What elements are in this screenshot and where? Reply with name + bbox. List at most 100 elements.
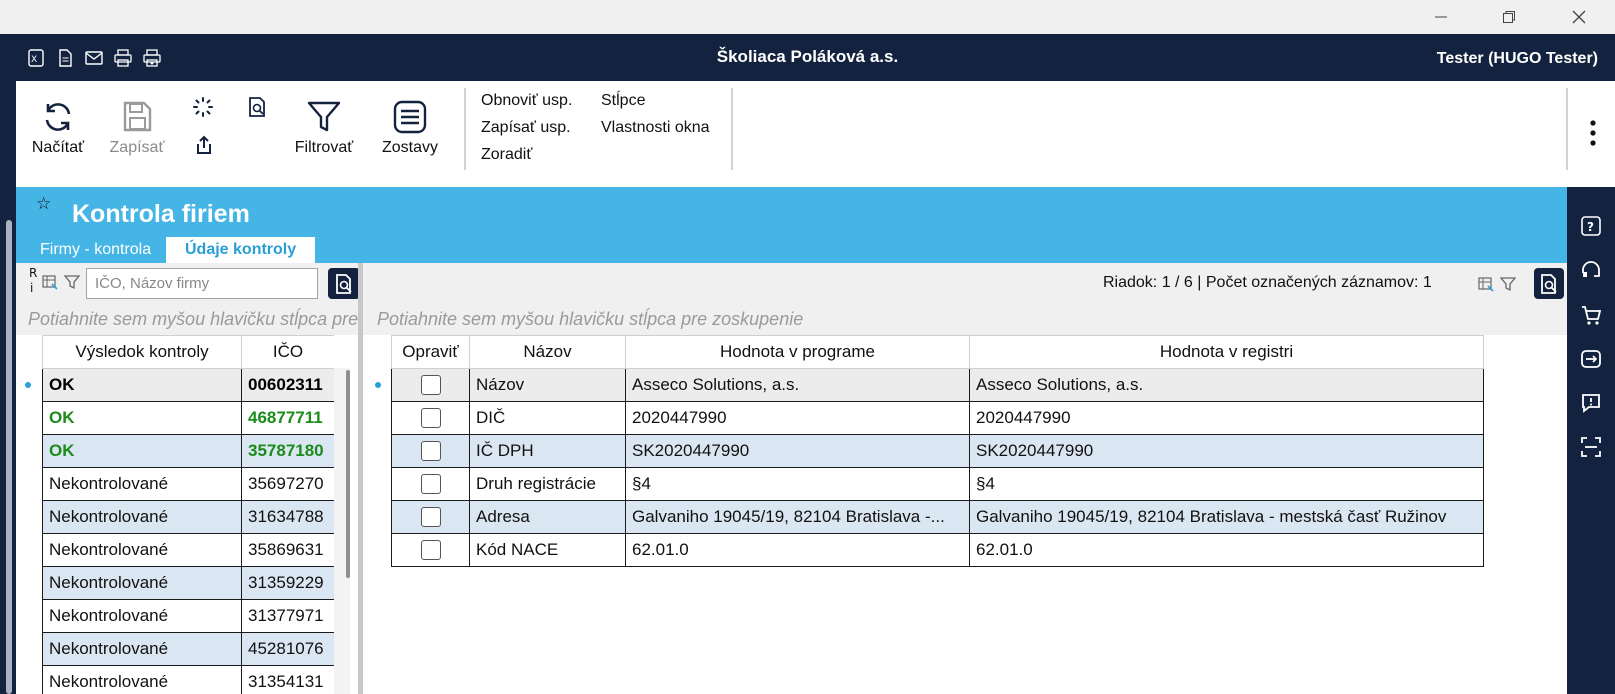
maximize-icon[interactable] [1486,0,1532,34]
result-cell[interactable]: Nekontrolované [42,566,242,600]
table-row[interactable]: OK 00602311 [42,368,334,402]
program-value-cell[interactable]: Asseco Solutions, a.s. [625,368,970,402]
column-header-ico[interactable]: IČO [241,335,334,369]
table-row[interactable]: Kód NACE 62.01.0 62.01.0 [391,533,1484,567]
result-cell[interactable]: OK [42,368,242,402]
program-value-cell[interactable]: 2020447990 [625,401,970,435]
fix-checkbox[interactable] [420,441,441,461]
save-layout-link[interactable]: Zapísať usp. [481,119,571,137]
fix-checkbox[interactable] [420,474,441,494]
left-groupby-panel[interactable]: Potiahnite sem myšou hlavičku stĺpca pre… [16,303,358,335]
outer-scrollbar-thumb[interactable] [6,220,12,694]
restore-layout-link[interactable]: Obnoviť usp. [481,92,572,110]
ico-cell[interactable]: 45281076 [241,632,334,666]
fix-checkbox[interactable] [420,408,441,428]
table-row[interactable]: IČ DPH SK2020447990 SK2020447990 [391,434,1484,468]
result-cell[interactable]: OK [42,434,242,468]
result-cell[interactable]: Nekontrolované [42,632,242,666]
close-icon[interactable] [1556,0,1602,34]
window-properties-link[interactable]: Vlastnosti okna [601,119,710,137]
name-cell[interactable]: Názov [469,368,626,402]
scan-icon[interactable] [1580,436,1602,458]
search-input[interactable]: IČO, Názov firmy [86,268,318,299]
left-scrollbar-thumb[interactable] [346,370,350,578]
name-cell[interactable]: Druh registrácie [469,467,626,501]
column-header-result[interactable]: Výsledok kontroly [42,335,242,369]
registry-value-cell[interactable]: SK2020447990 [969,434,1484,468]
column-header-registry-value[interactable]: Hodnota v registri [969,335,1484,369]
sort-link[interactable]: Zoradiť [481,146,532,164]
right-groupby-panel[interactable]: Potiahnite sem myšou hlavičku stĺpca pre… [363,303,1567,335]
result-cell[interactable]: OK [42,401,242,435]
table-row[interactable]: Druh registrácie §4 §4 [391,467,1484,501]
ico-cell[interactable]: 31354131 [241,665,334,694]
search-button[interactable] [328,268,360,299]
name-cell[interactable]: DIČ [469,401,626,435]
result-cell[interactable]: Nekontrolované [42,665,242,694]
result-cell[interactable]: Nekontrolované [42,467,242,501]
table-row[interactable]: Názov Asseco Solutions, a.s. Asseco Soluti… [391,368,1484,402]
table-row[interactable]: Nekontrolované 35697270 [42,467,334,501]
loading-spinner-icon[interactable] [192,96,214,118]
ico-cell[interactable]: 35697270 [241,467,334,501]
name-cell[interactable]: Adresa [469,500,626,534]
grid-select-icon[interactable] [42,274,58,290]
user-name[interactable]: Tester (HUGO Tester) [1437,50,1598,68]
ico-cell[interactable]: 31359229 [241,566,334,600]
document-search-icon[interactable] [246,96,268,118]
filter-icon[interactable] [64,274,80,290]
ico-cell[interactable]: 00602311 [241,368,334,402]
table-row[interactable]: Nekontrolované 35869631 [42,533,334,567]
table-row[interactable]: Nekontrolované 45281076 [42,632,334,666]
load-button[interactable]: Načítať [30,99,86,157]
help-icon[interactable]: ? [1580,215,1602,237]
table-row[interactable]: DIČ 2020447990 2020447990 [391,401,1484,435]
table-row[interactable]: Adresa Galvaniho 19045/19, 82104 Bratisla… [391,500,1484,534]
registry-value-cell[interactable]: 62.01.0 [969,533,1484,567]
table-row[interactable]: OK 46877711 [42,401,334,435]
ico-cell[interactable]: 31634788 [241,500,334,534]
registry-value-cell[interactable]: 2020447990 [969,401,1484,435]
tab-firmy-kontrola[interactable]: Firmy - kontrola [21,237,170,263]
more-options-icon[interactable] [1588,119,1598,149]
table-row[interactable]: OK 35787180 [42,434,334,468]
filter-icon[interactable] [1500,276,1516,292]
reports-button[interactable]: Zostavy [378,99,442,157]
registry-value-cell[interactable]: Asseco Solutions, a.s. [969,368,1484,402]
exchange-icon[interactable] [1580,348,1602,370]
filter-button[interactable]: Filtrovať [292,99,356,157]
registry-value-cell[interactable]: Galvaniho 19045/19, 82104 Bratislava - m… [969,500,1484,534]
result-cell[interactable]: Nekontrolované [42,533,242,567]
ico-cell[interactable]: 46877711 [241,401,334,435]
columns-link[interactable]: Stĺpce [601,92,645,110]
table-row[interactable]: Nekontrolované 31359229 [42,566,334,600]
column-header-fix[interactable]: Opraviť [391,335,470,369]
name-cell[interactable]: IČ DPH [469,434,626,468]
headset-icon[interactable] [1580,260,1602,282]
search-button[interactable] [1534,268,1564,299]
tab-udaje-kontroly[interactable]: Údaje kontroly [166,237,316,263]
program-value-cell[interactable]: Galvaniho 19045/19, 82104 Bratislava -..… [625,500,970,534]
feedback-icon[interactable] [1580,392,1602,414]
table-row[interactable]: Nekontrolované 31377971 [42,599,334,633]
table-row[interactable]: Nekontrolované 31354131 [42,665,334,694]
program-value-cell[interactable]: SK2020447990 [625,434,970,468]
favorite-star-icon[interactable]: ☆ [36,194,51,214]
result-cell[interactable]: Nekontrolované [42,599,242,633]
registry-value-cell[interactable]: §4 [969,467,1484,501]
program-value-cell[interactable]: §4 [625,467,970,501]
column-header-name[interactable]: Názov [469,335,626,369]
fix-checkbox[interactable] [420,540,441,560]
cart-icon[interactable] [1580,304,1602,326]
fix-checkbox[interactable] [420,507,441,527]
minimize-icon[interactable] [1418,0,1464,34]
grid-select-icon[interactable] [1478,276,1494,292]
table-row[interactable]: Nekontrolované 31634788 [42,500,334,534]
result-cell[interactable]: Nekontrolované [42,500,242,534]
fix-checkbox[interactable] [420,375,441,395]
name-cell[interactable]: Kód NACE [469,533,626,567]
export-icon[interactable] [194,134,214,156]
ico-cell[interactable]: 35869631 [241,533,334,567]
ico-cell[interactable]: 31377971 [241,599,334,633]
ico-cell[interactable]: 35787180 [241,434,334,468]
